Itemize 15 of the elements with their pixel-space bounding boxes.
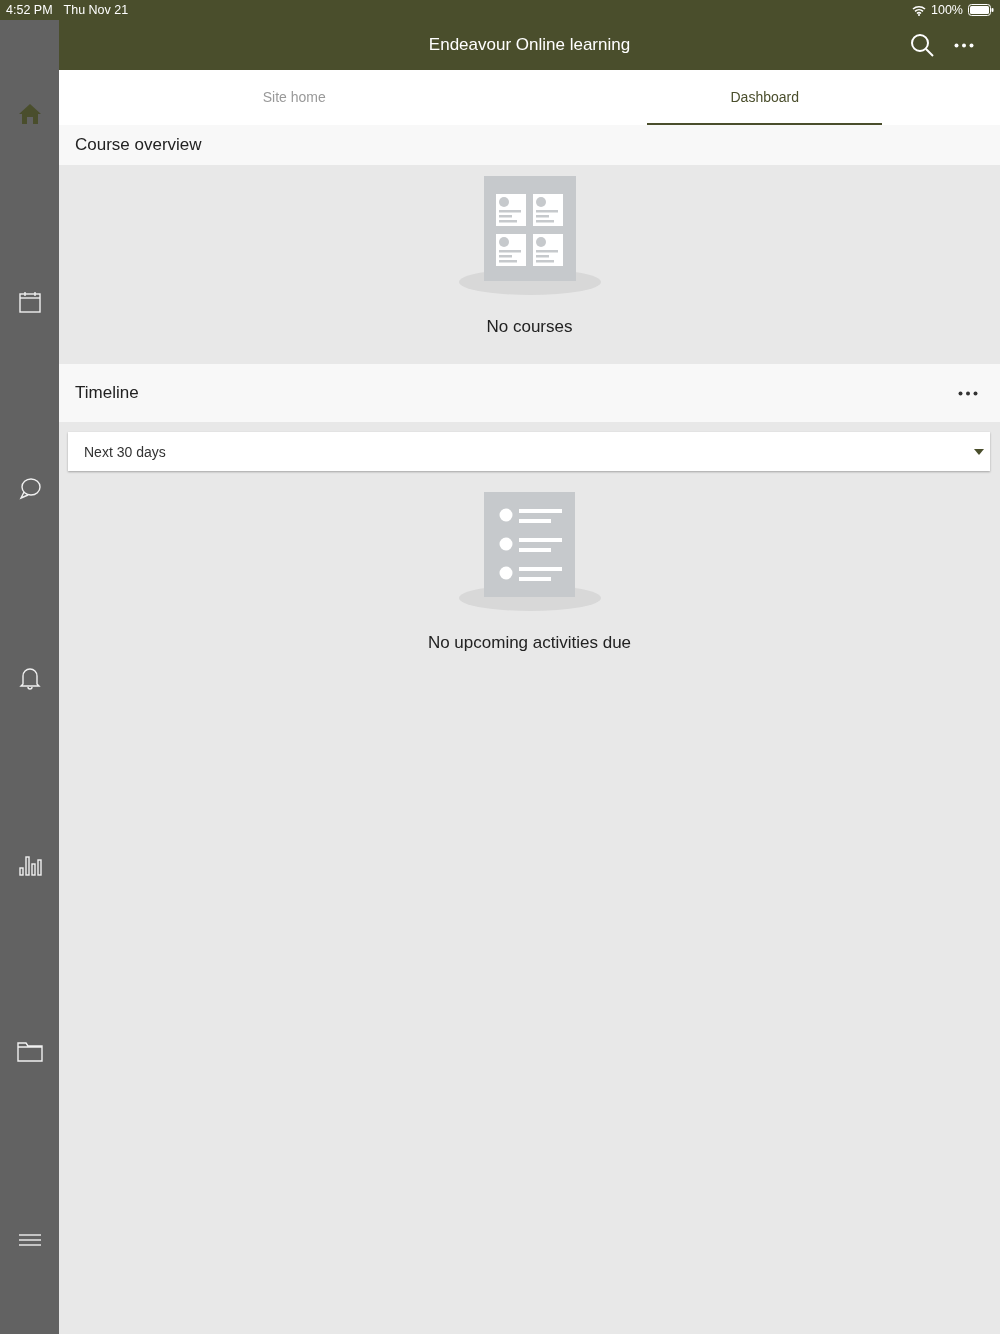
more-icon[interactable]	[954, 42, 974, 48]
caret-icon	[974, 448, 984, 455]
filter-dropdown[interactable]: Next 30 days	[68, 432, 990, 471]
empty-message: No courses	[486, 317, 573, 337]
section-title: Course overview	[75, 135, 202, 155]
battery-percent: 100%	[931, 3, 963, 17]
section-title: Timeline	[75, 383, 139, 403]
more-icon[interactable]	[958, 390, 978, 396]
status-time: 4:52 PM	[6, 3, 53, 17]
wifi-icon	[912, 4, 926, 16]
app-title: Endeavour Online learning	[427, 35, 632, 55]
status-date: Thu Nov 21	[63, 3, 129, 17]
battery-icon	[968, 4, 994, 16]
empty-message: No upcoming activities due	[427, 633, 632, 653]
search-icon[interactable]	[910, 33, 934, 57]
